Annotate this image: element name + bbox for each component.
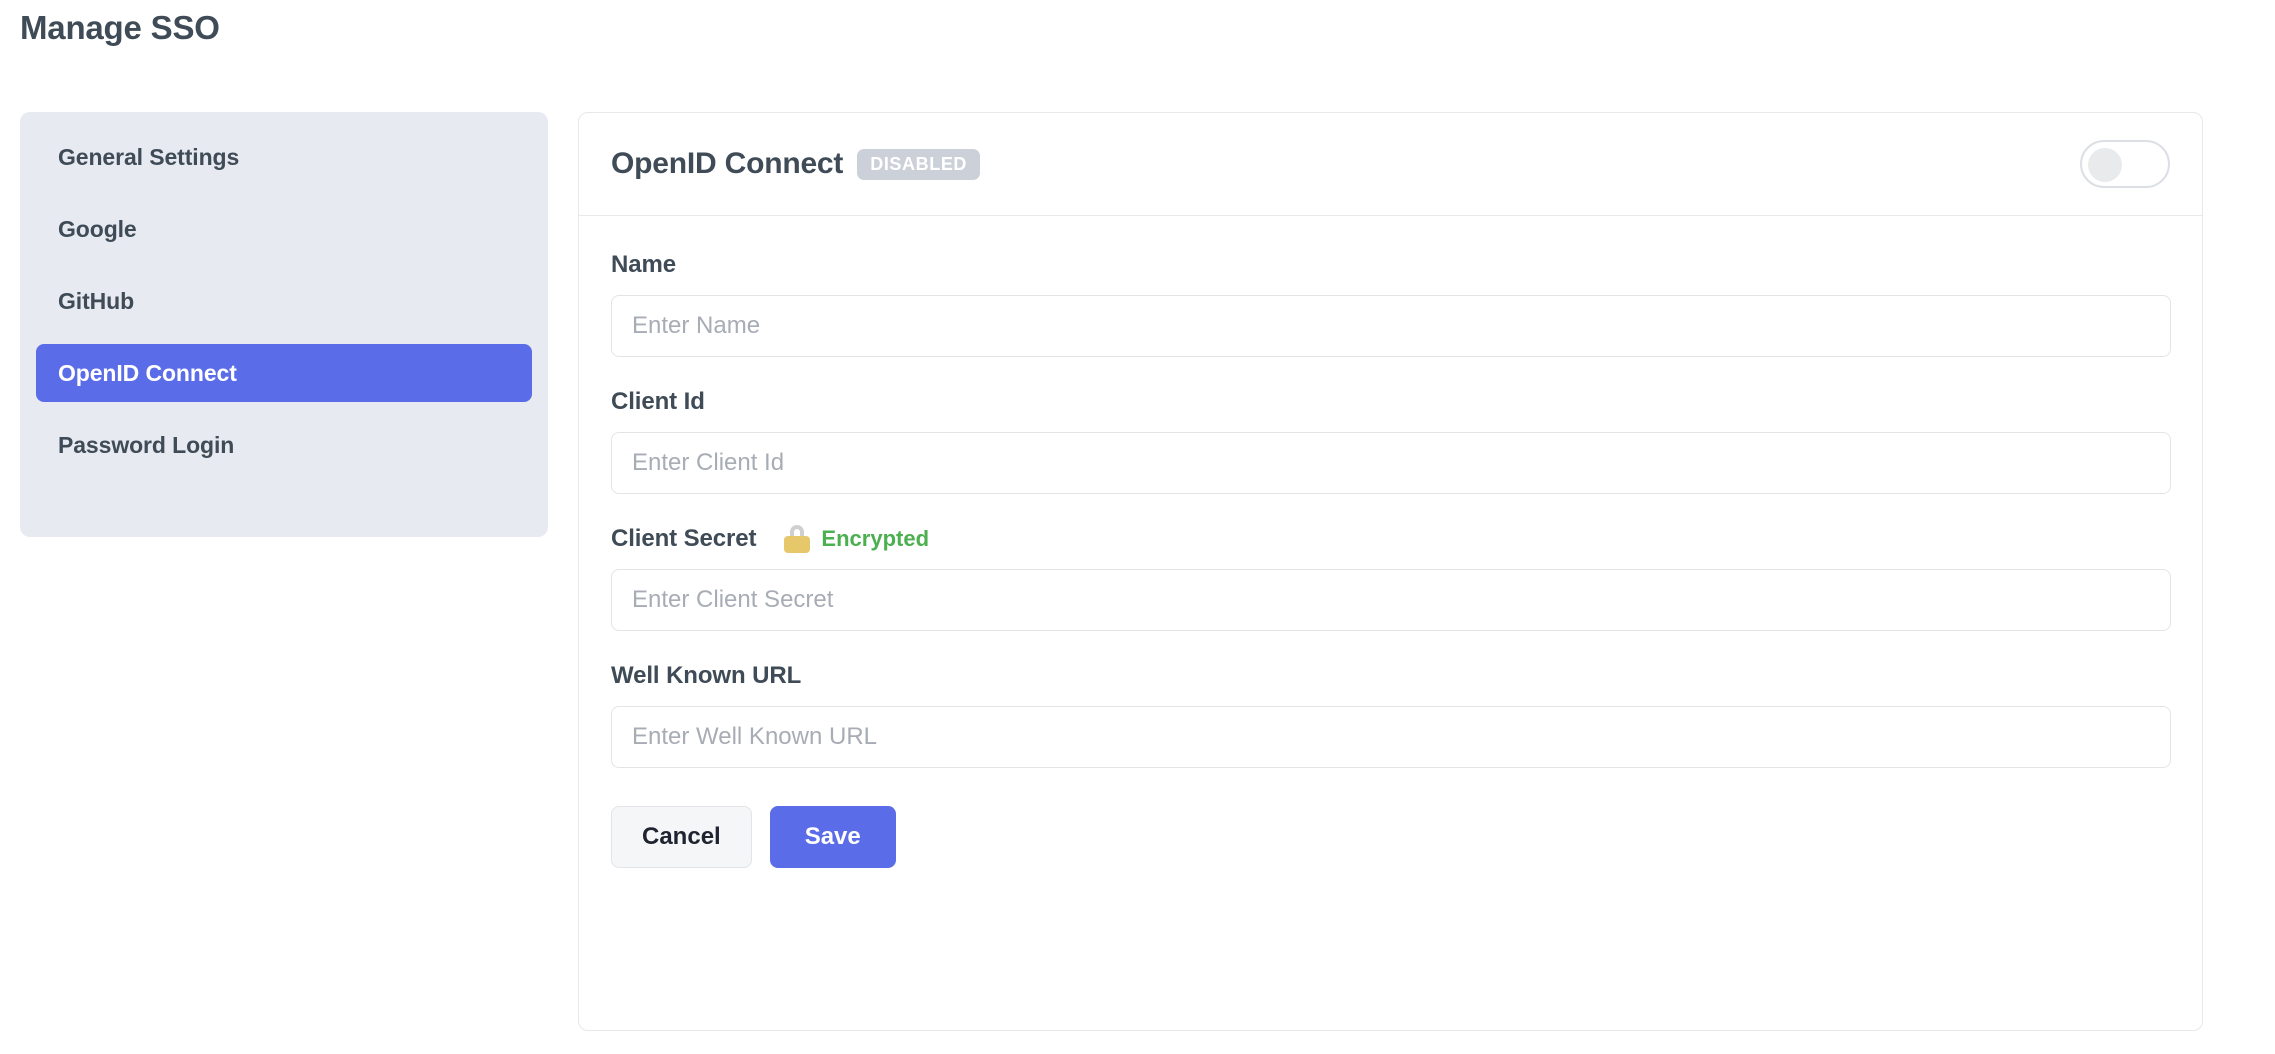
page-title: Manage SSO: [20, 9, 220, 47]
client-secret-label: Client Secret: [611, 525, 756, 553]
field-label-row: Client Id: [611, 387, 2170, 417]
encrypted-label: Encrypted: [821, 526, 929, 552]
well-known-url-input[interactable]: [611, 706, 2171, 768]
name-input[interactable]: [611, 295, 2171, 357]
field-well-known-url: Well Known URL: [611, 661, 2170, 768]
sidebar-item-label: General Settings: [58, 144, 239, 171]
status-badge: DISABLED: [857, 149, 980, 180]
client-id-label: Client Id: [611, 388, 705, 416]
sidebar-item-label: Google: [58, 216, 137, 243]
cancel-button[interactable]: Cancel: [611, 806, 752, 868]
field-client-id: Client Id: [611, 387, 2170, 494]
card-title: OpenID Connect: [611, 147, 843, 181]
toggle-off-icon: [2088, 148, 2122, 182]
field-label-row: Well Known URL: [611, 661, 2170, 691]
field-name: Name: [611, 250, 2170, 357]
well-known-url-label: Well Known URL: [611, 662, 801, 690]
sidebar-item-label: GitHub: [58, 288, 134, 315]
sidebar-item-github[interactable]: GitHub: [36, 272, 532, 330]
sidebar-item-google[interactable]: Google: [36, 200, 532, 258]
openid-connect-card: OpenID Connect DISABLED Name Client Id: [578, 112, 2203, 1031]
client-id-input[interactable]: [611, 432, 2171, 494]
sidebar-item-label: Password Login: [58, 432, 234, 459]
field-label-row: Client Secret Encrypted: [611, 524, 2170, 554]
sidebar-item-label: OpenID Connect: [58, 360, 237, 387]
lock-icon: [784, 525, 810, 553]
field-client-secret: Client Secret Encrypted: [611, 524, 2170, 631]
name-label: Name: [611, 251, 676, 279]
client-secret-input[interactable]: [611, 569, 2171, 631]
save-button[interactable]: Save: [770, 806, 896, 868]
sidebar-item-openid-connect[interactable]: OpenID Connect: [36, 344, 532, 402]
sidebar-nav: General Settings Google GitHub OpenID Co…: [20, 112, 548, 537]
sidebar-item-general-settings[interactable]: General Settings: [36, 128, 532, 186]
card-header: OpenID Connect DISABLED: [579, 113, 2202, 216]
form-actions: Cancel Save: [611, 806, 2170, 868]
sidebar-item-password-login[interactable]: Password Login: [36, 416, 532, 474]
manage-sso-page: Manage SSO General Settings Google GitHu…: [0, 0, 2275, 1054]
enable-provider-toggle[interactable]: [2080, 140, 2170, 188]
openid-connect-form: Name Client Id Client Secret: [579, 216, 2202, 868]
field-label-row: Name: [611, 250, 2170, 280]
encrypted-indicator: Encrypted: [784, 525, 929, 553]
